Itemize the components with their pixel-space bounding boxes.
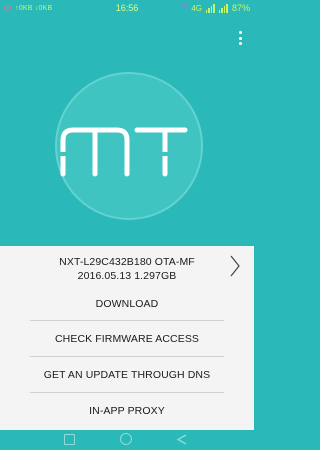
status-bar: 0² ↑0KB ↓0KB 16:56 ⛉ 4G 87%: [0, 0, 254, 18]
app-logo: [55, 72, 203, 220]
check-firmware-access-button[interactable]: CHECK FIRMWARE ACCESS: [0, 321, 254, 357]
back-icon[interactable]: [64, 434, 75, 445]
navigation-bar: [0, 430, 254, 450]
home-icon[interactable]: [120, 433, 132, 445]
mt-logo-icon: [60, 127, 188, 177]
battery-level: 87%: [231, 3, 250, 13]
signal-bars-2-icon: [218, 3, 228, 13]
status-right: ⛉ 4G 87%: [181, 3, 250, 13]
options-panel: NXT-L29C432B180 OTA-MF 2016.05.13 1.297G…: [0, 246, 254, 430]
chevron-right-icon: [230, 255, 240, 277]
in-app-proxy-button[interactable]: IN-APP PROXY: [0, 393, 254, 429]
firmware-version: NXT-L29C432B180 OTA-MF: [59, 256, 195, 268]
download-button[interactable]: DOWNLOAD: [0, 286, 254, 322]
shield-icon: ⛉: [181, 3, 188, 12]
overflow-menu-icon[interactable]: [236, 31, 244, 45]
dns-update-button[interactable]: GET AN UPDATE THROUGH DNS: [0, 357, 254, 393]
signal-bars-icon: [205, 3, 215, 13]
signal-type: 4G: [191, 3, 202, 13]
firmware-version-row[interactable]: NXT-L29C432B180 OTA-MF 2016.05.13 1.297G…: [0, 246, 254, 286]
recent-apps-icon[interactable]: [176, 433, 188, 446]
firmware-date-size: 2016.05.13 1.297GB: [77, 270, 177, 282]
